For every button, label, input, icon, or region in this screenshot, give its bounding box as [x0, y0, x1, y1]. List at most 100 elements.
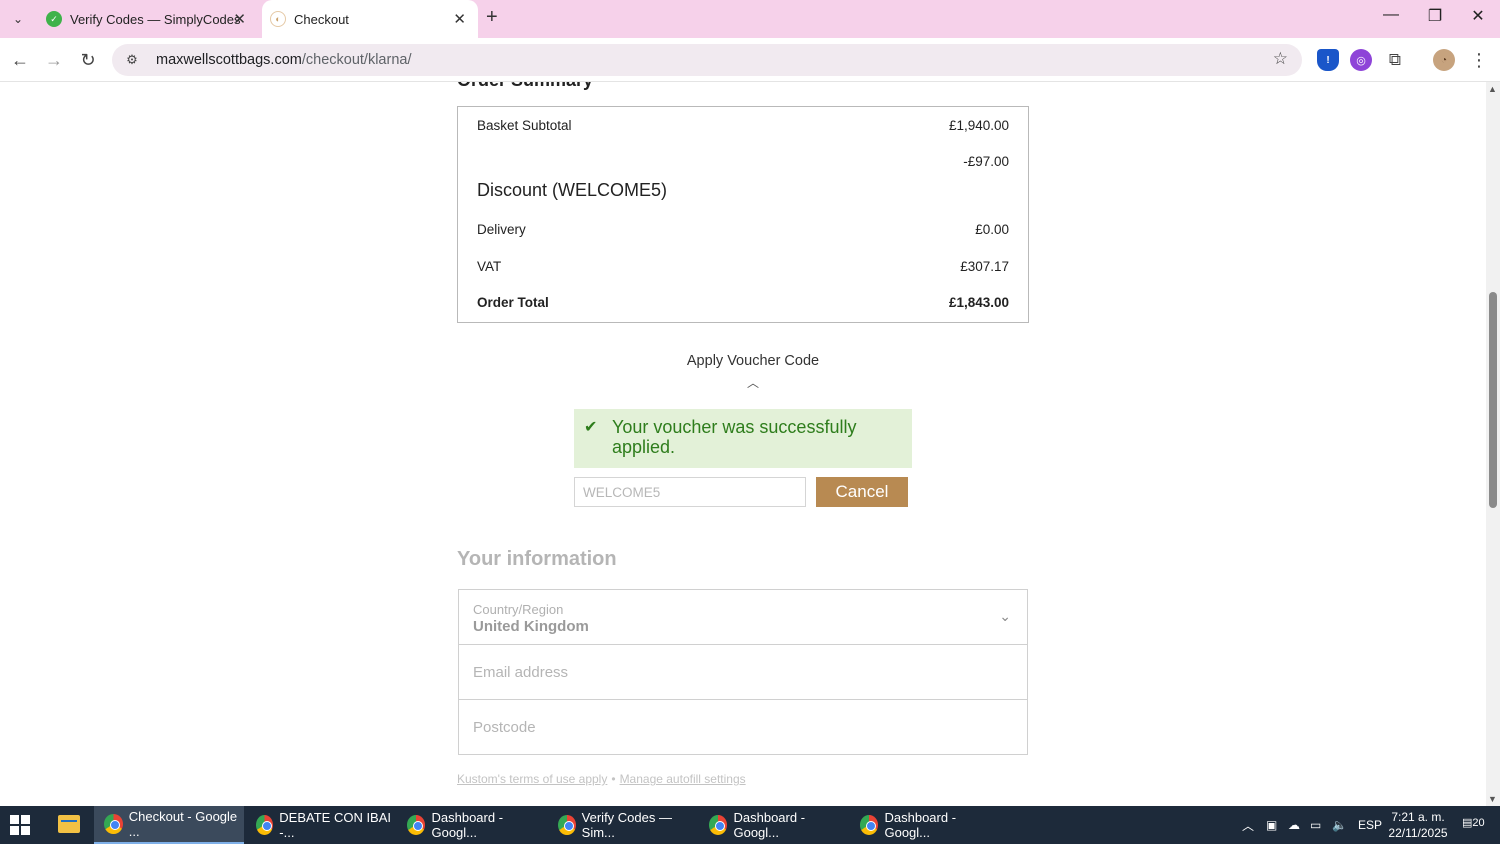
autofill-settings-link[interactable]: Manage autofill settings	[620, 772, 746, 786]
scroll-up-icon[interactable]: ▲	[1488, 84, 1497, 94]
checkout-favicon-icon: ◐	[270, 11, 286, 27]
chrome-icon	[860, 815, 879, 835]
taskbar-item-checkout[interactable]: Checkout - Google ...	[94, 806, 244, 844]
simplycodes-favicon-icon: ✓	[46, 11, 62, 27]
page-scrollbar[interactable]: ▲ ▼	[1486, 82, 1500, 806]
chrome-icon	[709, 815, 728, 835]
chevron-down-icon[interactable]: ⌄	[999, 608, 1011, 625]
postcode-placeholder: Postcode	[473, 719, 536, 736]
tab-title: Verify Codes — SimplyCodes	[70, 11, 241, 27]
country-select[interactable]: Country/Region United Kingdom ⌄	[459, 590, 1027, 645]
clock-time: 7:21 a. m.	[1391, 810, 1445, 824]
postcode-field[interactable]: Postcode	[459, 700, 1027, 755]
url-text[interactable]: maxwellscottbags.com/checkout/klarna/	[156, 52, 411, 68]
summary-row-subtotal: Basket Subtotal £1,940.00	[477, 118, 1009, 133]
notification-count: 20	[1472, 817, 1485, 829]
email-placeholder: Email address	[473, 664, 569, 681]
extensions-puzzle-icon[interactable]: ⧉	[1384, 49, 1406, 71]
language-indicator[interactable]: ESP	[1358, 806, 1382, 844]
site-info-icon[interactable]: ⚙	[122, 52, 142, 68]
chrome-icon	[256, 815, 274, 835]
restore-icon[interactable]: ❐	[1420, 6, 1450, 26]
row-label: Order Total	[477, 295, 549, 310]
taskbar-item-label: Dashboard - Googl...	[431, 810, 504, 840]
close-window-icon[interactable]: ✕	[1463, 6, 1493, 26]
voucher-code-input[interactable]	[574, 477, 806, 507]
taskbar-item-label: Dashboard - Googl...	[733, 810, 806, 840]
summary-row-order-total: Order Total £1,843.00	[477, 295, 1009, 310]
taskbar-item-dashboard-3[interactable]: Dashboard - Googl...	[850, 806, 996, 844]
show-hidden-icons-chevron-icon[interactable]: ︿	[1242, 806, 1254, 844]
tab-strip: ⌄ ✓ Verify Codes — SimplyCodes ✕ ◐ Check…	[0, 0, 1500, 38]
meet-now-icon[interactable]: ▣	[1266, 806, 1277, 844]
system-clock[interactable]: 7:21 a. m. 22/11/2025	[1388, 809, 1448, 841]
checkmark-icon: ✔	[584, 419, 598, 436]
success-text: Your voucher was successfully applied.	[612, 417, 857, 457]
separator: •	[611, 772, 616, 786]
clock-date: 22/11/2025	[1388, 826, 1448, 840]
notification-center-icon[interactable]: ▤20	[1462, 816, 1485, 834]
taskbar-item-dashboard-1[interactable]: Dashboard - Googl...	[397, 806, 543, 844]
cancel-voucher-button[interactable]: Cancel	[816, 477, 908, 507]
scrollbar-thumb[interactable]	[1489, 292, 1497, 508]
start-windows-icon[interactable]	[10, 815, 32, 835]
row-value: £307.17	[960, 259, 1009, 274]
file-explorer-icon[interactable]	[58, 815, 80, 833]
row-label: Delivery	[477, 222, 526, 237]
summary-row-delivery: Delivery £0.00	[477, 222, 1009, 237]
row-value: £0.00	[975, 222, 1009, 237]
email-field[interactable]: Email address	[459, 645, 1027, 700]
shield-extension-icon[interactable]: !	[1317, 49, 1339, 71]
your-information-title: Your information	[457, 548, 617, 570]
row-value: £1,843.00	[948, 295, 1009, 310]
taskbar-item-debate[interactable]: DEBATE CON IBAI -...	[246, 806, 392, 844]
volume-icon[interactable]: 🔈	[1332, 806, 1347, 844]
url-host: maxwellscottbags.com	[156, 52, 302, 68]
profile-avatar-icon[interactable]: ◔	[1433, 49, 1455, 71]
row-label: VAT	[477, 259, 502, 274]
taskbar-item-label: Checkout - Google ...	[128, 809, 238, 839]
bookmark-star-icon[interactable]: ☆	[1273, 49, 1288, 69]
voucher-success-message: ✔ Your voucher was successfully applied.	[574, 409, 912, 468]
country-value: United Kingdom	[473, 618, 589, 635]
chrome-icon	[104, 814, 123, 834]
scroll-down-icon[interactable]: ▼	[1488, 794, 1497, 804]
back-arrow-icon[interactable]: ←	[8, 48, 32, 72]
legal-links: Kustom's terms of use apply • Manage autof…	[457, 772, 746, 786]
country-label: Country/Region	[473, 602, 564, 617]
address-bar[interactable]: ⚙ maxwellscottbags.com/checkout/klarna/ …	[112, 44, 1302, 76]
onedrive-cloud-icon[interactable]: ☁	[1288, 806, 1300, 844]
network-icon[interactable]: ▭	[1310, 806, 1321, 844]
taskbar-item-label: Verify Codes — Sim...	[581, 810, 672, 840]
url-path: /checkout/klarna/	[301, 52, 412, 68]
chrome-icon	[407, 815, 426, 835]
tab-close-icon[interactable]: ✕	[233, 10, 246, 28]
tab-title: Checkout	[294, 11, 349, 27]
minimize-icon[interactable]: —	[1376, 6, 1406, 24]
chrome-icon	[558, 815, 576, 835]
information-form: Country/Region United Kingdom ⌄ Email ad…	[458, 589, 1028, 755]
purple-extension-icon[interactable]: ◎	[1350, 49, 1372, 71]
summary-row-discount-amount: -£97.00	[477, 154, 1009, 169]
tab-verify-codes[interactable]: ✓ Verify Codes — SimplyCodes ✕	[38, 0, 258, 38]
taskbar-item-dashboard-2[interactable]: Dashboard - Googl...	[699, 806, 845, 844]
new-tab-button[interactable]: +	[486, 6, 498, 29]
order-summary-box: Basket Subtotal £1,940.00 -£97.00 Discou…	[457, 106, 1029, 323]
row-label: Basket Subtotal	[477, 118, 572, 133]
order-summary-title: Order Summary	[457, 82, 593, 91]
forward-arrow-icon[interactable]: →	[42, 48, 66, 72]
tab-close-icon[interactable]: ✕	[453, 10, 466, 28]
taskbar-item-verify-codes[interactable]: Verify Codes — Sim...	[548, 806, 694, 844]
taskbar-item-label: Dashboard - Googl...	[884, 810, 957, 840]
tab-search-chevron-icon[interactable]: ⌄	[6, 7, 30, 31]
reload-icon[interactable]: ↻	[76, 48, 100, 72]
checkout-page: Order Summary Basket Subtotal £1,940.00 …	[0, 82, 1500, 806]
tab-checkout[interactable]: ◐ Checkout ✕	[262, 0, 478, 38]
terms-link[interactable]: Kustom's terms of use apply	[457, 772, 607, 786]
chevron-up-icon[interactable]: ︿	[743, 374, 763, 391]
discount-label: Discount (WELCOME5)	[477, 180, 668, 200]
apply-voucher-toggle[interactable]: Apply Voucher Code	[643, 353, 863, 369]
windows-taskbar: Checkout - Google ... DEBATE CON IBAI -.…	[0, 806, 1500, 844]
row-value: £1,940.00	[948, 118, 1009, 133]
browser-menu-icon[interactable]: ⋮	[1468, 49, 1490, 71]
